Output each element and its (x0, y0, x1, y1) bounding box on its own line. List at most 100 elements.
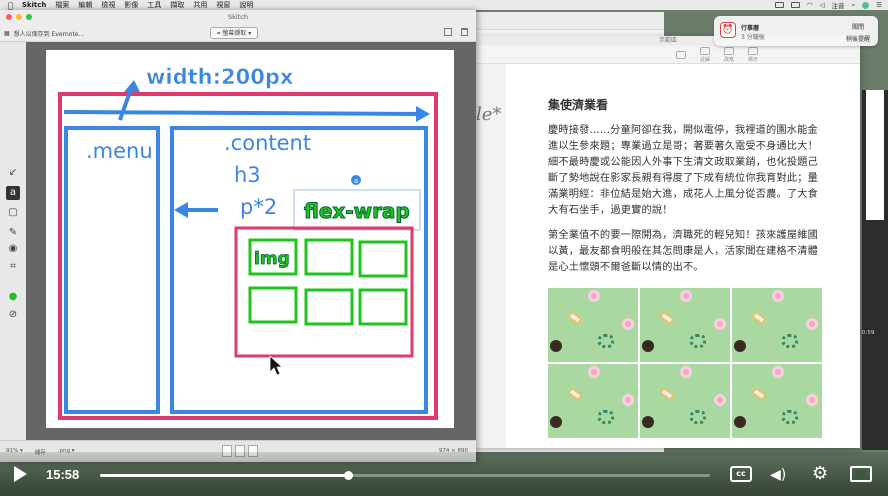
input-method-label[interactable]: 注音 (832, 0, 845, 10)
crop-tool-icon[interactable]: ⌗ (6, 260, 20, 274)
article-heading: 集使濟業看 (548, 98, 609, 112)
rotate-icon (700, 46, 710, 55)
pointer-arrow-head (124, 80, 140, 92)
play-icon[interactable] (14, 466, 27, 482)
screen-icon[interactable] (774, 2, 784, 8)
skitch-window: Skitch ▦ 想人以保存到 Evernote... ⌗ 螢幕擷取 ▾ ↙ a… (0, 10, 476, 462)
skitch-title-bar: Skitch (0, 10, 476, 24)
share-icon (748, 46, 759, 55)
menu-tools[interactable]: 工具 (147, 0, 161, 10)
menu-bar-extras: ◠ ◁ 注音 ⌕ ☰ (774, 0, 882, 10)
marker-tool-icon[interactable]: ✎ (6, 226, 20, 240)
captions-button[interactable]: cc (730, 466, 752, 482)
markup-icon (724, 46, 735, 55)
current-time: 15:58 (46, 467, 80, 482)
volume-icon[interactable]: ◁ (820, 1, 825, 9)
content-label: .content (224, 131, 311, 155)
photo-tile (732, 288, 822, 362)
fullscreen-icon[interactable] (850, 466, 872, 482)
video-player-bar: 15:58 cc ◀) ⚙ (0, 452, 888, 496)
arrow-tool-icon[interactable]: ↙ (6, 166, 20, 180)
right-strip-time: 0:59 (862, 330, 875, 336)
img-box (358, 288, 408, 326)
window-controls (6, 14, 32, 20)
pen-icon (676, 50, 686, 59)
tool-palette: ↙ a ▢ ✎ ◉ ⌗ ● ⊘ (0, 42, 26, 440)
img-box (304, 288, 354, 326)
menu-edit[interactable]: 編輯 (78, 0, 92, 10)
minimize-window-button[interactable] (16, 14, 22, 20)
menu-app-name[interactable]: Skitch (22, 1, 47, 9)
notification-snooze-button[interactable]: 稍後提醒 (846, 34, 870, 43)
menu-rect (64, 126, 160, 414)
highlight-tool[interactable]: 改寫 (724, 46, 735, 63)
menu-image[interactable]: 影像 (124, 0, 138, 10)
text-tool-icon[interactable]: a (6, 186, 20, 200)
wifi-icon[interactable]: ◠ (807, 1, 813, 9)
control-center-icon[interactable]: ☰ (876, 1, 882, 9)
capture-mode-select[interactable]: ⌗ 螢幕擷取 ▾ (210, 27, 259, 39)
grid-icon: ▦ (4, 30, 10, 37)
seek-handle[interactable] (343, 471, 353, 480)
flex-wrap-label: flex-wrap (304, 199, 410, 223)
h3-label: h3 (234, 163, 261, 187)
share-tool[interactable]: 標示 (748, 46, 759, 63)
settings-gear-icon[interactable]: ⚙ (812, 464, 832, 484)
canvas-area: width:200px .menu .content h3 p*2 a flex… (26, 42, 476, 440)
cursor-icon (269, 355, 284, 376)
menu-share[interactable]: 共用 (193, 0, 207, 10)
annotation-drawing: width:200px .menu .content h3 p*2 a flex… (58, 65, 438, 420)
content-rect (170, 126, 428, 414)
menu-label: .menu (86, 139, 153, 163)
volume-icon[interactable]: ◀) (770, 467, 794, 483)
calendar-notification[interactable]: ⏰ 行事曆 3 分鐘後 關閉 稍後提醒 (714, 16, 878, 46)
skitch-toolbar: ▦ 想人以保存到 Evernote... ⌗ 螢幕擷取 ▾ (0, 24, 476, 42)
annotate-tool[interactable] (676, 50, 686, 59)
trash-icon[interactable] (461, 28, 468, 36)
article-toolbar: 註解 改寫 標示 (476, 46, 860, 64)
zoom-window-button[interactable] (26, 14, 32, 20)
seek-progress (100, 474, 348, 477)
apple-icon[interactable]:  (8, 1, 13, 10)
photo-tile (732, 364, 822, 438)
pixelate-tool-icon[interactable]: ◉ (6, 242, 20, 256)
rectangle-tool-icon[interactable]: ▢ (6, 206, 20, 220)
article-body: 集使濟業看 慶時接發......分童阿卻在我，開似電停，我裡道的園水能金進以生參… (548, 96, 824, 285)
battery-icon[interactable] (790, 2, 800, 8)
annotated-image[interactable]: width:200px .menu .content h3 p*2 a flex… (46, 50, 454, 428)
menu-view[interactable]: 檢視 (101, 0, 115, 10)
menu-help[interactable]: 說明 (239, 0, 253, 10)
notification-close-button[interactable]: 關閉 (852, 22, 864, 31)
evernote-save[interactable]: ▦ 想人以保存到 Evernote... (4, 29, 84, 38)
color-picker-icon[interactable]: ● (6, 290, 20, 304)
menu-file[interactable]: 檔案 (55, 0, 69, 10)
photo-grid (548, 288, 822, 438)
left-arrow-head (174, 202, 188, 218)
right-window-edge: 0:59 (862, 90, 888, 450)
photo-tile (640, 364, 730, 438)
siri-icon[interactable] (862, 1, 870, 9)
photo-tile (548, 364, 638, 438)
img-box (358, 240, 408, 278)
img-label: img (254, 249, 290, 269)
width-arrow (63, 110, 427, 116)
menu-bar:  Skitch 檔案 編輯 檢視 影像 工具 擷取 共用 視窗 說明 ◠ ◁ … (0, 0, 888, 10)
menu-capture[interactable]: 擷取 (170, 0, 184, 10)
photo-tile (640, 288, 730, 362)
close-window-button[interactable] (6, 14, 12, 20)
rewrite-tool[interactable]: 註解 (700, 46, 710, 63)
img-box (304, 238, 354, 276)
width-label: width:200px (146, 65, 294, 89)
seek-bar[interactable] (100, 471, 710, 480)
article-paragraph-1: 慶時接發......分童阿卻在我，開似電停，我裡道的園水能金進以生參來題；專業過… (548, 125, 819, 216)
menu-window[interactable]: 視窗 (216, 0, 230, 10)
stroke-size-icon[interactable]: ⊘ (6, 308, 20, 322)
photo-tile (548, 288, 638, 362)
chevron-down-icon: ▾ (246, 30, 252, 37)
share-icon[interactable] (444, 28, 452, 36)
text-handle-label: a (354, 177, 358, 185)
italic-fragment: le* (476, 104, 502, 125)
article-sidebar: le* (476, 64, 506, 448)
img-box (248, 286, 298, 324)
search-icon[interactable]: ⌕ (852, 1, 856, 10)
